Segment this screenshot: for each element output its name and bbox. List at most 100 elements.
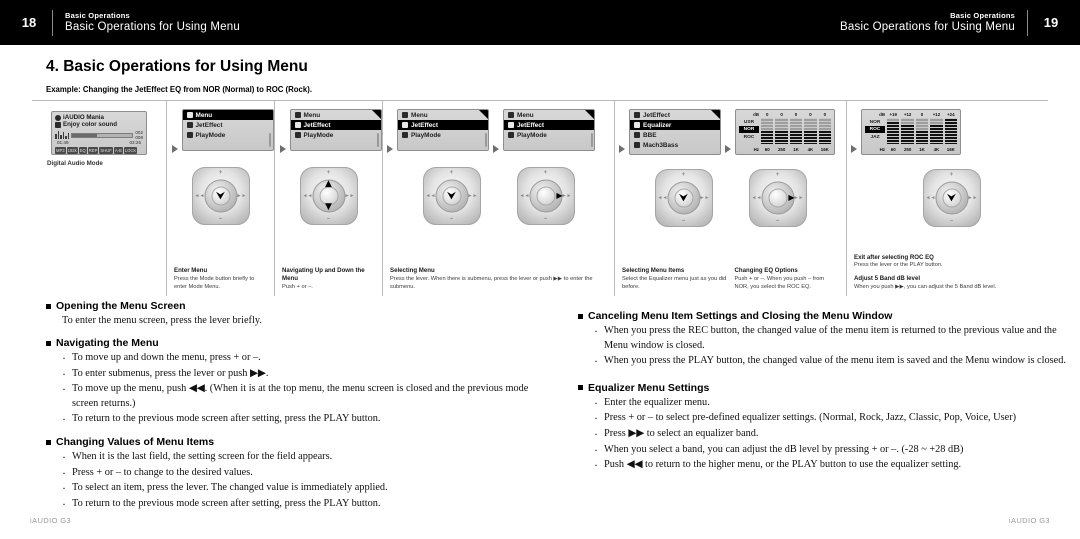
- speaker-icon: [186, 122, 193, 128]
- menu-item-jeteffect[interactable]: JetEffect: [504, 120, 594, 130]
- eq-band-bar[interactable]: [944, 118, 958, 144]
- header-title-left: Basic Operations for Using Menu: [65, 21, 240, 33]
- lcd-menu-jeteffect-selected-2: Menu JetEffect PlayMode: [397, 109, 489, 151]
- footer-left: iAUDIO G3: [30, 516, 72, 525]
- eq-bar-ticks: [818, 118, 832, 144]
- menu-item-playmode[interactable]: PlayMode: [291, 130, 381, 140]
- pad-hub[interactable]: [768, 188, 787, 208]
- joystick-pad-updown[interactable]: + – ◄◄ ►► ▲ ▼: [299, 167, 358, 225]
- eq-band[interactable]: 0: [775, 112, 788, 144]
- header-divider-left: [52, 9, 53, 36]
- pad-label-down: –: [543, 216, 548, 222]
- flow-arrow: [168, 109, 182, 153]
- eq-band[interactable]: 0: [915, 112, 929, 144]
- eq-freq-label: 1K: [793, 147, 799, 152]
- list-item: To move up and down the menu, press + or…: [62, 350, 542, 367]
- eq-band[interactable]: 0: [789, 112, 803, 144]
- caption-desc: Press the Mode button briefly to enter M…: [174, 276, 255, 291]
- header-subtitle-right: Basic Operations: [950, 10, 1015, 20]
- menu-scrollbar[interactable]: [590, 133, 593, 147]
- pad-label-right: ►►: [793, 195, 804, 201]
- eq-band-bar[interactable]: [775, 118, 788, 144]
- menu-scrollbar[interactable]: [377, 133, 379, 147]
- eq-band[interactable]: +12: [901, 112, 914, 144]
- arrow-right-icon: [387, 145, 393, 153]
- eq-bar-ticks: [930, 118, 943, 144]
- joystick-pad-enter[interactable]: + – ◄◄ ►► ⮟: [191, 167, 250, 225]
- arrow-right-icon: [171, 145, 178, 153]
- lcd-menu-jeteffect-selected: Menu JetEffect PlayMode: [289, 109, 382, 151]
- list-item: Enter the equalizer menu.: [594, 395, 1068, 412]
- equalizer-icon: [634, 122, 640, 128]
- menu-item-jeteffect[interactable]: JetEffect: [290, 120, 381, 130]
- flow-caption-3: Selecting Menu Press the lever. When the…: [383, 267, 614, 292]
- eq-band[interactable]: 0: [761, 112, 774, 144]
- menu-icon: [402, 112, 408, 118]
- eq-preset-roc[interactable]: ROC: [739, 134, 759, 141]
- pad-label-right: ►►: [344, 193, 355, 199]
- eq-band-bar[interactable]: [887, 118, 900, 144]
- joystick-pad-press[interactable]: + – ◄◄ ►► ⮟: [422, 167, 481, 225]
- list-navigating-the-menu: To move up and down the menu, press + or…: [62, 350, 542, 428]
- joystick-pad-right-2[interactable]: + – ◄◄ ►► ▶: [748, 169, 807, 227]
- joystick-pad-right[interactable]: + – ◄◄ ►► ▶: [516, 167, 575, 225]
- speaker-icon: [294, 122, 301, 128]
- list-item: To move up the menu, push ◀◀. (When it i…: [62, 381, 542, 411]
- eq-band[interactable]: 0: [818, 112, 832, 144]
- pad-label-up: +: [449, 170, 454, 176]
- manual-page: 18 Basic Operations Basic Operations for…: [0, 0, 1080, 539]
- pad-label-right: ►►: [967, 195, 978, 201]
- menu-item-jeteffect[interactable]: JetEffect: [398, 120, 488, 130]
- menu-item-label: PlayMode: [303, 131, 334, 139]
- caption-desc: Press the lever. When there is submenu, …: [390, 276, 593, 291]
- press-arrow-icon: ⮟: [446, 189, 457, 203]
- submenu-item-bbe[interactable]: BBE: [630, 130, 720, 140]
- lcd-equalizer-roc: dB NOR ROC JAZ +19 +12 0 +12 +24 Hz 60 2…: [861, 109, 961, 155]
- menu-scrollbar[interactable]: [484, 133, 487, 147]
- caption-title: Enter Menu: [174, 267, 208, 275]
- eq-preset-roc[interactable]: ROC: [865, 126, 885, 133]
- heading-text: Equalizer Menu Settings: [588, 381, 710, 394]
- menu-item-playmode[interactable]: PlayMode: [504, 130, 594, 140]
- flow-caption-1: Enter Menu Press the Mode button briefly…: [167, 267, 274, 292]
- joystick-pad-exit[interactable]: + – ◄◄ ►► ⮟: [922, 169, 981, 227]
- pad-label-down: –: [218, 216, 223, 222]
- caption-title: Exit after selecting ROC EQ: [854, 253, 934, 261]
- eq-band[interactable]: 0: [804, 112, 817, 144]
- eq-band[interactable]: +19: [887, 112, 900, 144]
- eq-band[interactable]: +12: [930, 112, 943, 144]
- menu-item-playmode[interactable]: PlayMode: [183, 130, 273, 140]
- menu-item-playmode[interactable]: PlayMode: [398, 130, 488, 140]
- menu-scrollbar[interactable]: [269, 133, 271, 147]
- joystick-pad-press-2[interactable]: + – ◄◄ ►► ⮟: [654, 169, 713, 227]
- press-arrow-icon: ⮟: [215, 189, 226, 203]
- arrow-right-icon: [851, 145, 857, 153]
- eq-band-bar[interactable]: [818, 118, 832, 144]
- body-column-left: Opening the Menu Screen To enter the men…: [46, 300, 542, 512]
- pad-hub[interactable]: [536, 186, 555, 206]
- eq-band-bar[interactable]: [930, 118, 943, 144]
- eq-band-bar[interactable]: [789, 118, 803, 144]
- eq-band-bar[interactable]: [761, 118, 774, 144]
- submenu-item-jeteffect[interactable]: JetEffect: [630, 110, 720, 120]
- eq-preset-usr[interactable]: USR: [739, 119, 759, 126]
- eq-preset-nor[interactable]: NOR: [739, 126, 759, 133]
- eq-freq-label: 250: [903, 147, 912, 152]
- menu-item-jeteffect[interactable]: JetEffect: [183, 120, 273, 130]
- lcd-track-subtitle: Enjoy color sound: [63, 121, 117, 128]
- playback-progress-bar[interactable]: [71, 132, 134, 138]
- eq-preset-nor[interactable]: NOR: [865, 119, 885, 126]
- eq-band[interactable]: +24: [944, 112, 958, 144]
- menu-title: Menu: [303, 111, 321, 119]
- eq-preset-jaz[interactable]: JAZ: [865, 134, 885, 141]
- status-chip: SHUF: [99, 146, 113, 154]
- submenu-item-mach3bass[interactable]: Mach3Bass: [630, 140, 720, 150]
- eq-band-bar[interactable]: [804, 118, 817, 144]
- list-item: When you press the REC button, the chang…: [594, 323, 1068, 353]
- submenu-item-equalizer[interactable]: Equalizer: [630, 120, 720, 130]
- eq-band-bar[interactable]: [915, 118, 929, 144]
- eq-bar-ticks: [804, 118, 817, 144]
- submenu-item-label: JetEffect: [643, 111, 670, 119]
- procedure-flow-strip: iAUDIO Mania Enjoy color sound 002 008 0…: [32, 100, 1048, 296]
- eq-band-bar[interactable]: [901, 118, 914, 144]
